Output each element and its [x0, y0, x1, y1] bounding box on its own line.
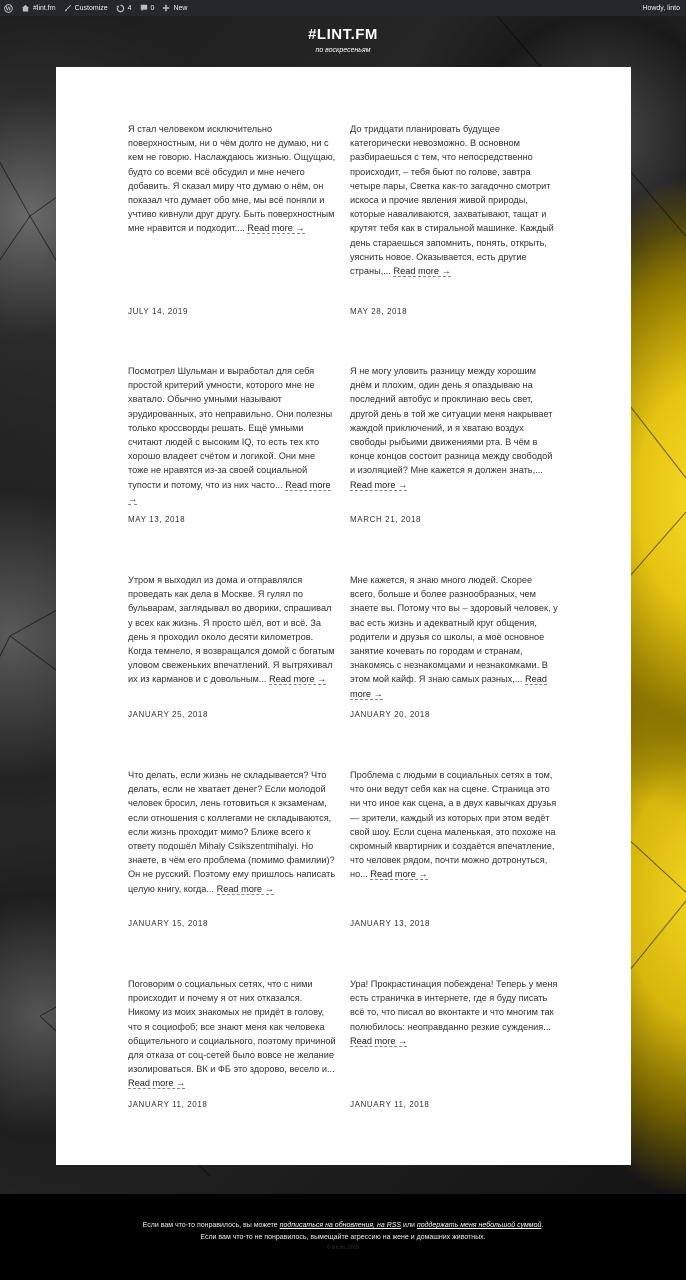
read-more-link[interactable]: Read more → [350, 1035, 408, 1047]
post-excerpt: Мне кажется, я знаю много людей. Скорее … [350, 575, 558, 700]
read-more-link[interactable]: Read more → [247, 223, 305, 235]
post-card: Поговорим о социальных сетях, что с ними… [128, 977, 336, 1091]
post-card: Что делать, если жизнь не складывается? … [128, 768, 336, 896]
read-more-link[interactable]: Read more → [370, 869, 428, 881]
new-label: New [173, 4, 188, 12]
site-title[interactable]: #LINT.FM [0, 26, 686, 43]
new-content-button[interactable]: New [158, 0, 191, 16]
footer-copyright: © lint.fm, 2018 [326, 1245, 360, 1251]
posts-container: Я стал человеком исключительно поверхнос… [56, 67, 631, 1165]
post-excerpt: Ура! Прокрастинация побеждена! Теперь у … [350, 979, 558, 1047]
site-description: по воскресеньям [315, 47, 371, 54]
greeting-label: Howdy, linto [642, 4, 680, 12]
read-more-link[interactable]: Read more → [269, 674, 327, 686]
plus-icon [163, 4, 170, 12]
home-icon [21, 4, 30, 12]
post-card: Я не могу уловить разницу между хорошим … [350, 364, 558, 492]
post-card: До тридцати планировать будущее категори… [350, 122, 558, 278]
my-account-menu[interactable]: Howdy, linto [635, 0, 686, 16]
post-excerpt: Я не могу уловить разницу между хорошим … [350, 366, 553, 491]
customize-label: Customize [74, 4, 108, 12]
updates-button[interactable]: 4 [112, 0, 136, 16]
post-excerpt: Посмотрел Шульман и выработал для себя п… [128, 366, 333, 505]
wordpress-icon: W [4, 3, 13, 13]
post-excerpt: Проблема с людьми в социальных сетях в т… [350, 770, 557, 881]
site-name-menu[interactable]: #lint.fm [17, 0, 60, 16]
comments-count: 0 [150, 4, 155, 12]
support-link[interactable]: поддержать меня небольшой суммой [417, 1222, 541, 1229]
post-date[interactable]: JANUARY 25, 2018 [128, 710, 208, 719]
read-more-link[interactable]: Read more → [216, 883, 274, 895]
post-date[interactable]: MARCH 21, 2018 [350, 515, 421, 524]
comments-button[interactable]: 0 [136, 0, 159, 16]
post-card: Проблема с людьми в социальных сетях в т… [350, 768, 558, 882]
post-excerpt: Что делать, если жизнь не складывается? … [128, 770, 336, 895]
post-excerpt: Я стал человеком исключительно поверхнос… [128, 124, 336, 235]
post-card: Мне кажется, я знаю много людей. Скорее … [350, 573, 558, 701]
read-more-link[interactable]: Read more → [393, 266, 451, 278]
read-more-link[interactable]: Read more → [350, 479, 408, 491]
post-date[interactable]: JANUARY 15, 2018 [128, 919, 208, 928]
post-card: Ура! Прокрастинация побеждена! Теперь у … [350, 977, 558, 1048]
read-more-link[interactable]: Read more → [128, 1078, 186, 1090]
post-excerpt: До тридцати планировать будущее категори… [350, 124, 554, 278]
post-date[interactable]: MAY 13, 2018 [128, 515, 185, 524]
post-excerpt: Поговорим о социальных сетях, что с ними… [128, 979, 336, 1090]
post-date[interactable]: JANUARY 11, 2018 [350, 1100, 429, 1109]
admin-bar: W #lint.fm Customize 4 0 New Howdy, lint… [0, 0, 686, 16]
site-name-label: #lint.fm [33, 4, 56, 12]
footer-line-2: Если вам что-то не понравилось, вымещайт… [200, 1234, 486, 1241]
post-date[interactable]: MAY 28, 2018 [350, 307, 407, 316]
post-date[interactable]: JANUARY 20, 2018 [350, 710, 430, 719]
wordpress-logo-button[interactable]: W [0, 0, 17, 16]
footer-line-1: Если вам что-то понравилось, вы можете п… [142, 1222, 544, 1229]
post-card: Посмотрел Шульман и выработал для себя п… [128, 364, 336, 506]
post-card: Я стал человеком исключительно поверхнос… [128, 122, 336, 236]
brush-icon [64, 4, 71, 12]
customize-button[interactable]: Customize [60, 0, 112, 16]
post-date[interactable]: JANUARY 11, 2018 [128, 1100, 207, 1109]
updates-icon [116, 4, 124, 12]
post-date[interactable]: JANUARY 13, 2018 [350, 919, 430, 928]
svg-text:W: W [4, 6, 12, 12]
site-footer: Если вам что-то понравилось, вы можете п… [0, 1194, 686, 1280]
updates-count: 4 [127, 4, 132, 12]
post-card: Утром я выходил из дома и отправлялся пр… [128, 573, 336, 687]
comment-icon [140, 4, 147, 12]
post-excerpt: Утром я выходил из дома и отправлялся пр… [128, 575, 335, 686]
post-date[interactable]: JULY 14, 2019 [128, 307, 188, 316]
subscribe-link[interactable]: подписаться на обновления, на RSS [280, 1222, 401, 1229]
